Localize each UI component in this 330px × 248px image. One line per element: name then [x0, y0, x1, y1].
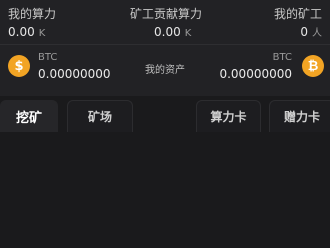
my-miners-value: 0	[300, 25, 308, 39]
tab-gift-card[interactable]: 赠力卡	[269, 100, 330, 132]
my-power-value: 0.00	[8, 25, 35, 39]
tab-power-card[interactable]: 算力卡	[196, 100, 261, 132]
my-power-value-row: 0.00 K	[8, 24, 56, 42]
my-power-unit: K	[38, 28, 46, 39]
my-power-label: 我的算力	[8, 7, 57, 21]
tab-mining[interactable]: 挖矿	[0, 100, 58, 132]
asset-right-amount: 0.00000000	[219, 67, 292, 81]
tab-bar: 挖矿 矿场 算力卡 赠力卡	[0, 96, 330, 136]
bitcoin-coin-icon: ₿	[302, 55, 324, 77]
contribution-stat: 矿工贡献算力 0.00 K	[130, 6, 202, 42]
tab-content-area	[0, 136, 330, 248]
tab-mine-farm[interactable]: 矿场	[67, 100, 133, 132]
contribution-unit: K	[184, 28, 192, 39]
my-miners-unit: 人	[312, 28, 322, 39]
contribution-value-row: 0.00 K	[130, 24, 202, 42]
my-miners-label: 我的矿工	[273, 7, 322, 21]
asset-right: BTC 0.00000000	[219, 52, 292, 81]
divider	[0, 44, 330, 45]
my-miners-stat: 我的矿工 0人	[274, 6, 322, 42]
my-power-stat: 我的算力 0.00 K	[8, 6, 56, 42]
asset-right-code: BTC	[272, 52, 292, 63]
my-miners-value-row: 0人	[274, 24, 322, 42]
contribution-label: 矿工贡献算力	[130, 7, 203, 21]
summary-panel: 我的算力 0.00 K 矿工贡献算力 0.00 K 我的矿工 0人 $ BTC 0.…	[0, 0, 330, 96]
contribution-value: 0.00	[154, 25, 181, 39]
